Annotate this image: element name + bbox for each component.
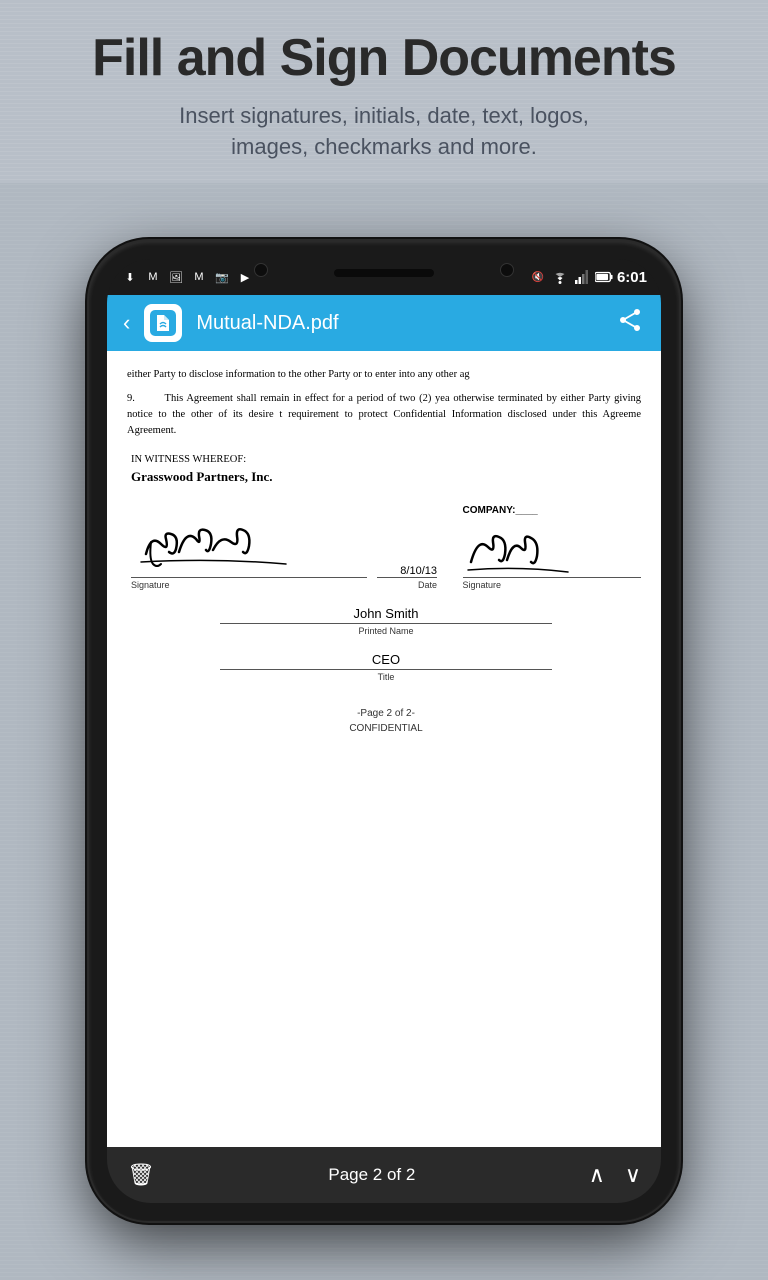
mute-icon: 🔇 [529,268,547,286]
prev-page-button[interactable]: ∧ [589,1162,605,1188]
back-button[interactable]: ‹ [117,306,136,340]
title-line [220,669,552,670]
promo-section: Fill and Sign Documents Insert signature… [0,0,768,183]
phone-wrapper: ⬇ M 🖼 M 📷 ▶ 🔇 [89,183,679,1280]
right-signature-label: Signature [463,580,642,590]
doc-paragraph-9: 9. This Agreement shall remain in effect… [127,391,641,438]
john-smith-signature-svg [131,514,311,574]
gmail-icon-1: M [144,268,162,286]
doc-paragraph-8-partial: either Party to disclose information to … [127,367,641,383]
date-value: 8/10/13 [377,565,437,577]
date-block: 8/10/13 Date [377,565,437,590]
title-label: Title [131,672,641,682]
left-sig-block: Signature 8/10/13 Date [131,514,437,590]
app-icon [144,304,182,342]
page-footer-line2: CONFIDENTIAL [131,721,641,736]
gmail-icon-2: M [190,268,208,286]
company-label-right: COMPANY:____ [463,505,642,516]
lance-signature-svg [463,522,573,574]
status-bar: ⬇ M 🖼 M 📷 ▶ 🔇 [107,259,661,295]
image-icon: 🖼 [167,268,185,286]
download-icon: ⬇ [121,268,139,286]
signature-line [131,577,367,578]
promo-subtitle: Insert signatures, initials, date, text,… [40,101,728,163]
status-icons-left: ⬇ M 🖼 M 📷 ▶ [121,268,254,286]
battery-icon [595,268,613,286]
trash-button[interactable]: 🗑 [127,1162,155,1188]
status-icons-right: 🔇 [529,268,647,286]
share-button[interactable] [609,303,651,343]
document-content: either Party to disclose information to … [107,351,661,1147]
witness-label: IN WITNESS WHEREOF: [131,454,641,465]
wifi-icon [551,268,569,286]
witness-section: IN WITNESS WHEREOF: Grasswood Partners, … [127,454,641,736]
bottom-nav: ∧ ∨ [589,1162,641,1188]
phone-screen: ⬇ M 🖼 M 📷 ▶ 🔇 [107,259,661,1203]
page-info: Page 2 of 2 [328,1165,415,1185]
printed-name-value: John Smith [131,606,641,621]
store-icon: ▶ [236,268,254,286]
status-time: 6:01 [617,269,647,286]
printed-name-section: John Smith Printed Name [131,606,641,636]
right-sig-block: COMPANY:____ Signature [463,505,642,590]
printed-name-label: Printed Name [131,626,641,636]
right-signature-line [463,577,642,578]
document-title: Mutual-NDA.pdf [190,312,601,335]
title-value: CEO [131,652,641,667]
date-line [377,577,437,578]
signature-label: Signature [131,580,367,590]
page-footer: -Page 2 of 2- CONFIDENTIAL [131,706,641,736]
phone-device: ⬇ M 🖼 M 📷 ▶ 🔇 [89,241,679,1221]
app-toolbar: ‹ Mutual-NDA.pdf [107,295,661,351]
camera-icon: 📷 [213,268,231,286]
signature-row: Signature 8/10/13 Date [131,505,641,590]
promo-title: Fill and Sign Documents [40,30,728,87]
signal-icon [573,268,591,286]
company-name: Grasswood Partners, Inc. [131,469,641,485]
date-label: Date [377,580,437,590]
page-footer-line1: -Page 2 of 2- [131,706,641,721]
bottom-toolbar: 🗑 Page 2 of 2 ∧ ∨ [107,1147,661,1203]
printed-name-line [220,623,552,624]
title-section: CEO Title [131,652,641,682]
next-page-button[interactable]: ∨ [625,1162,641,1188]
